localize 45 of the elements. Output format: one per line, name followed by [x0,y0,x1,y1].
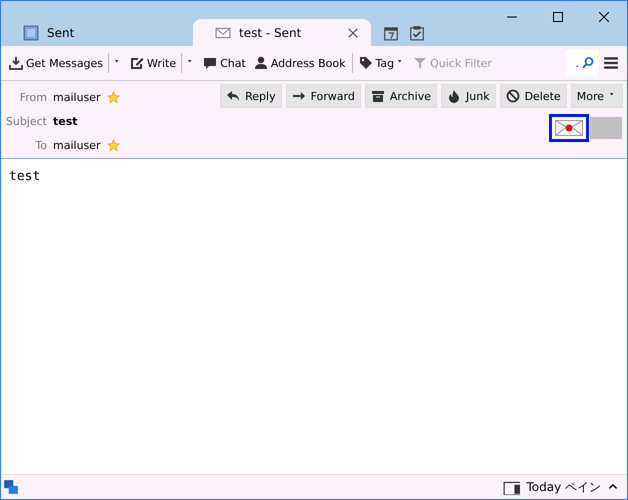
prohibited-icon [506,89,520,103]
message-body: test [9,169,40,184]
envelope-icon[interactable] [549,114,589,142]
tab[interactable]: test - Sent [193,19,371,46]
field-label: From [18,90,47,104]
flame-icon [447,89,461,103]
today-pane-label[interactable]: Today ペイン [526,478,601,496]
field-label: Subject [4,114,47,128]
action-button[interactable]: Reply [220,84,282,108]
search-field[interactable]: . [565,50,599,76]
search-icon [581,56,595,70]
arrow-right-icon [292,89,306,103]
network-icon [3,479,19,495]
menu-icon [603,55,619,71]
action-button[interactable]: Forward [286,84,361,108]
toolbar-button[interactable]: Write [126,50,200,76]
field-label: To [34,138,47,152]
tag-icon [358,56,372,70]
toolbar-button[interactable]: Chat [199,50,250,76]
action-button[interactable]: Archive [364,84,437,108]
close-icon[interactable] [347,26,359,38]
reply-icon [226,89,240,103]
star-icon [106,90,120,104]
field-value: mailuser [53,90,101,104]
field-value: mailuser [53,138,101,152]
filter-icon [413,56,428,70]
tab[interactable]: Sent [1,19,171,46]
toolbar-button[interactable]: Address Book [250,50,350,76]
action-button[interactable]: More [570,84,623,108]
action-button[interactable]: Delete [500,84,567,108]
person-icon [254,56,268,70]
close-icon[interactable] [599,12,609,22]
toolbar-button[interactable]: Tag [354,50,410,76]
field-value: test [53,114,78,128]
folder-icon [23,24,39,40]
maximize-icon[interactable] [553,12,563,22]
action-button[interactable]: Junk [441,84,496,108]
download-icon [9,56,23,70]
star-icon [106,138,120,152]
chat-icon [203,56,218,70]
toolbar-button[interactable]: Get Messages [5,50,126,76]
image-placeholder [590,117,622,139]
archive-icon [370,89,385,103]
task-icon[interactable] [409,25,425,41]
pencil-icon [130,56,144,70]
